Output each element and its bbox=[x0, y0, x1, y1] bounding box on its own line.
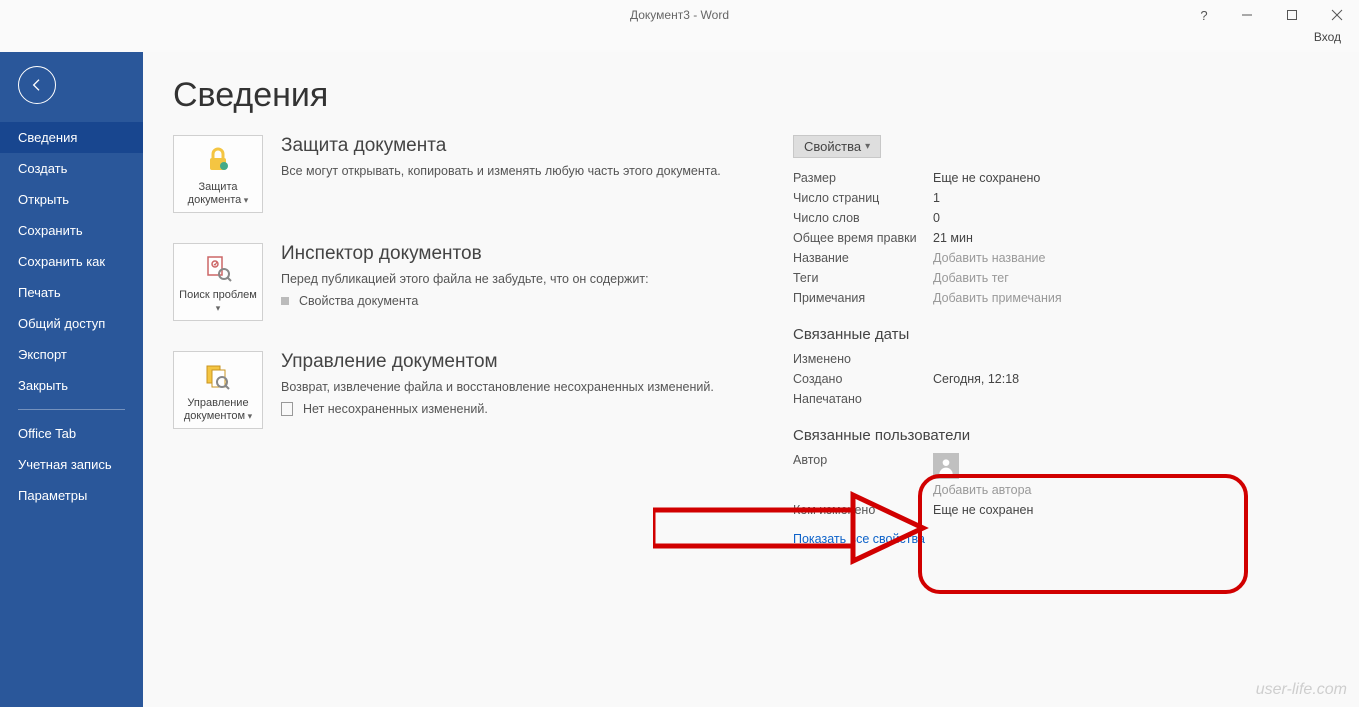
prop-title-label: Название bbox=[793, 248, 933, 268]
sidebar-item-export[interactable]: Экспорт bbox=[0, 339, 143, 370]
show-all-properties-link[interactable]: Показать все свойства bbox=[793, 532, 925, 546]
back-button[interactable] bbox=[18, 66, 56, 104]
inspect-icon bbox=[204, 253, 232, 283]
doc-icon bbox=[281, 402, 293, 416]
prop-size-label: Размер bbox=[793, 168, 933, 188]
avatar-icon[interactable] bbox=[933, 453, 959, 479]
inspect-bullet: Свойства документа bbox=[281, 294, 649, 308]
window-controls: ? bbox=[1184, 0, 1359, 30]
manage-icon bbox=[204, 361, 232, 391]
manage-desc: Возврат, извлечение файла и восстановлен… bbox=[281, 379, 714, 396]
page-title: Сведения bbox=[173, 76, 1329, 115]
window-title: Документ3 - Word bbox=[630, 8, 729, 22]
section-protect: Защита документа Защита документа Все мо… bbox=[173, 135, 793, 213]
manage-heading: Управление документом bbox=[281, 351, 714, 373]
properties-dropdown[interactable]: Свойства bbox=[793, 135, 881, 158]
content: Сведения Защита документа Защита докумен… bbox=[143, 52, 1359, 707]
sidebar: Сведения Создать Открыть Сохранить Сохра… bbox=[0, 52, 143, 707]
prop-comments-label: Примечания bbox=[793, 288, 933, 308]
section-manage: Управление документом Управление докумен… bbox=[173, 351, 793, 429]
minimize-button[interactable] bbox=[1224, 0, 1269, 30]
sidebar-item-new[interactable]: Создать bbox=[0, 153, 143, 184]
prop-pages-label: Число страниц bbox=[793, 188, 933, 208]
sidebar-item-options[interactable]: Параметры bbox=[0, 480, 143, 511]
sidebar-item-print[interactable]: Печать bbox=[0, 277, 143, 308]
inspect-document-button[interactable]: Поиск проблем bbox=[173, 243, 263, 321]
left-column: Защита документа Защита документа Все мо… bbox=[173, 135, 793, 546]
prop-tags-label: Теги bbox=[793, 268, 933, 288]
bullet-icon bbox=[281, 297, 289, 305]
sidebar-separator bbox=[18, 409, 125, 410]
prop-printed-label: Напечатано bbox=[793, 389, 933, 409]
related-dates-heading: Связанные даты bbox=[793, 326, 1123, 343]
sidebar-item-info[interactable]: Сведения bbox=[0, 122, 143, 153]
protect-desc: Все могут открывать, копировать и изменя… bbox=[281, 163, 721, 180]
close-button[interactable] bbox=[1314, 0, 1359, 30]
protect-document-button[interactable]: Защита документа bbox=[173, 135, 263, 213]
maximize-button[interactable] bbox=[1269, 0, 1314, 30]
sidebar-item-officetab[interactable]: Office Tab bbox=[0, 418, 143, 449]
watermark: user-life.com bbox=[1256, 681, 1347, 699]
prop-words-value: 0 bbox=[933, 208, 1123, 228]
prop-created-label: Создано bbox=[793, 369, 933, 389]
prop-title-value[interactable]: Добавить название bbox=[933, 248, 1123, 268]
prop-author-label: Автор bbox=[793, 450, 933, 500]
prop-words-label: Число слов bbox=[793, 208, 933, 228]
sidebar-item-open[interactable]: Открыть bbox=[0, 184, 143, 215]
sidebar-item-account[interactable]: Учетная запись bbox=[0, 449, 143, 480]
prop-size-value: Еще не сохранено bbox=[933, 168, 1123, 188]
manage-bullet: Нет несохраненных изменений. bbox=[281, 402, 714, 416]
related-users-heading: Связанные пользователи bbox=[793, 427, 1123, 444]
sidebar-item-save[interactable]: Сохранить bbox=[0, 215, 143, 246]
sidebar-item-share[interactable]: Общий доступ bbox=[0, 308, 143, 339]
manage-document-button[interactable]: Управление документом bbox=[173, 351, 263, 429]
help-button[interactable]: ? bbox=[1184, 0, 1224, 30]
signin-row: Вход bbox=[0, 30, 1359, 52]
prop-printed-value bbox=[933, 389, 1123, 409]
prop-edittime-label: Общее время правки bbox=[793, 228, 933, 248]
prop-created-value: Сегодня, 12:18 bbox=[933, 369, 1123, 389]
prop-edittime-value: 21 мин bbox=[933, 228, 1123, 248]
main: Сведения Создать Открыть Сохранить Сохра… bbox=[0, 52, 1359, 707]
section-inspect: Поиск проблем Инспектор документов Перед… bbox=[173, 243, 793, 321]
inspect-heading: Инспектор документов bbox=[281, 243, 649, 265]
sidebar-item-saveas[interactable]: Сохранить как bbox=[0, 246, 143, 277]
prop-modified-value bbox=[933, 349, 1123, 369]
prop-comments-value[interactable]: Добавить примечания bbox=[933, 288, 1123, 308]
prop-pages-value: 1 bbox=[933, 188, 1123, 208]
signin-link[interactable]: Вход bbox=[1314, 30, 1341, 44]
prop-lastmod-value: Еще не сохранен bbox=[933, 500, 1123, 520]
sidebar-item-close[interactable]: Закрыть bbox=[0, 370, 143, 401]
lock-icon bbox=[204, 145, 232, 175]
add-author-link[interactable]: Добавить автора bbox=[933, 483, 1031, 497]
titlebar: Документ3 - Word ? bbox=[0, 0, 1359, 30]
prop-modified-label: Изменено bbox=[793, 349, 933, 369]
protect-heading: Защита документа bbox=[281, 135, 721, 157]
prop-lastmod-label: Кем изменено bbox=[793, 500, 933, 520]
properties-panel: Свойства РазмерЕще не сохранено Число ст… bbox=[793, 135, 1123, 546]
prop-tags-value[interactable]: Добавить тег bbox=[933, 268, 1123, 288]
inspect-desc: Перед публикацией этого файла не забудьт… bbox=[281, 271, 649, 288]
prop-author-value: Добавить автора bbox=[933, 450, 1123, 500]
